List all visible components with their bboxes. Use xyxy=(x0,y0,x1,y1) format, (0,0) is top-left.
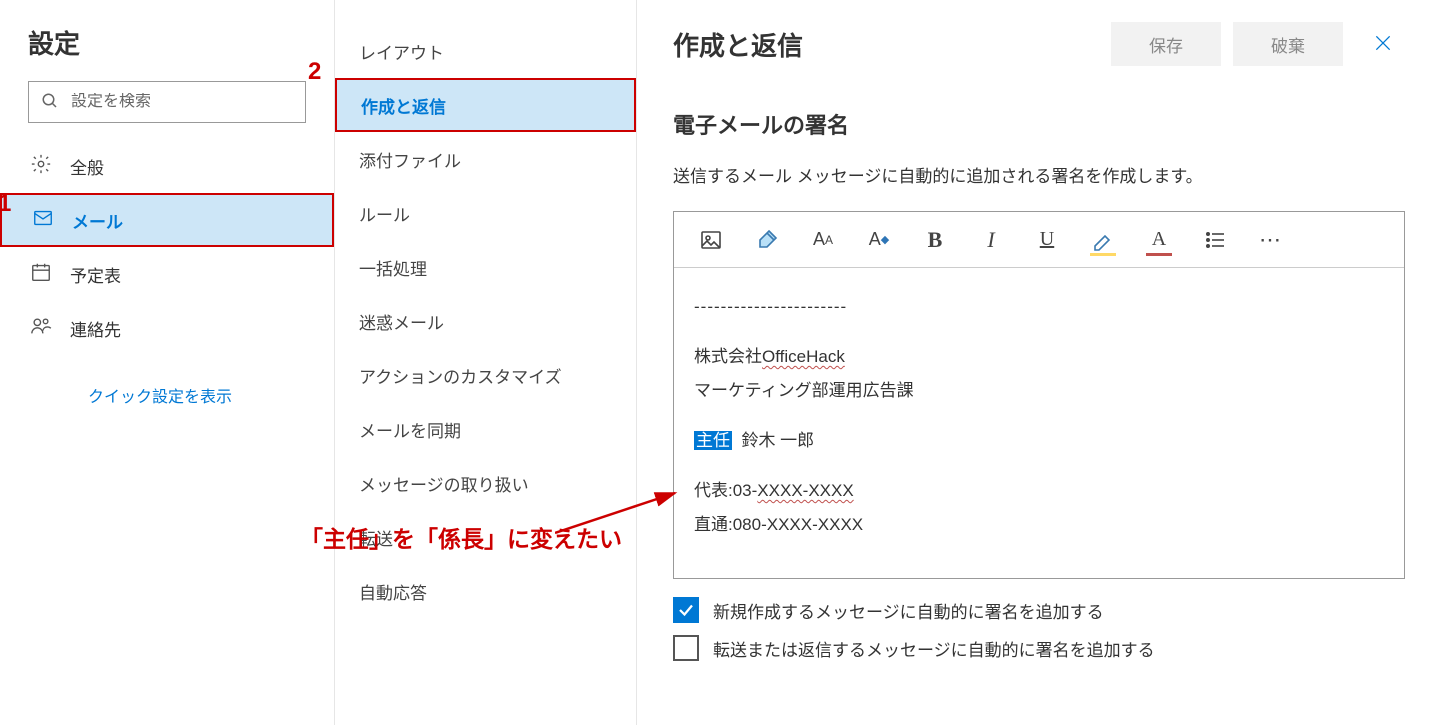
checkbox-auto-sign-reply[interactable]: 転送または返信するメッセージに自動的に署名を追加する xyxy=(673,635,1405,661)
subnav-sync-mail[interactable]: メールを同期 xyxy=(335,402,636,456)
subnav-compose-reply[interactable]: 作成と返信 xyxy=(335,78,636,132)
calendar-icon xyxy=(30,261,52,288)
category-mail[interactable]: メール xyxy=(0,193,334,247)
more-options-icon[interactable]: ⋯ xyxy=(1258,227,1284,253)
highlight-icon[interactable] xyxy=(1090,227,1116,253)
subnav-message-handling[interactable]: メッセージの取り扱い xyxy=(335,456,636,510)
bold-icon[interactable]: B xyxy=(922,227,948,253)
signature-tel-main-num: XXXX-XXXX xyxy=(757,481,853,500)
font-color-icon[interactable]: A xyxy=(1146,227,1172,253)
signature-company-prefix: 株式会社 xyxy=(694,347,762,366)
category-label: 予定表 xyxy=(70,262,121,287)
subnav-attachments[interactable]: 添付ファイル xyxy=(335,132,636,186)
checkbox-label: 転送または返信するメッセージに自動的に署名を追加する xyxy=(713,636,1155,661)
checkbox-icon xyxy=(673,635,699,661)
checkbox-label: 新規作成するメッセージに自動的に署名を追加する xyxy=(713,598,1104,623)
checkbox-icon xyxy=(673,597,699,623)
font-style-icon[interactable]: A◆ xyxy=(866,227,892,253)
mail-icon xyxy=(32,207,54,234)
subnav-junk[interactable]: 迷惑メール xyxy=(335,294,636,348)
bullet-list-icon[interactable] xyxy=(1202,227,1228,253)
subnav-sweep[interactable]: 一括処理 xyxy=(335,240,636,294)
insert-image-icon[interactable] xyxy=(698,227,724,253)
category-label: メール xyxy=(72,208,123,233)
close-button[interactable] xyxy=(1361,22,1405,66)
subnav-rules[interactable]: ルール xyxy=(335,186,636,240)
gear-icon xyxy=(30,153,52,180)
settings-category-pane: 設定 全般 メール 予定表 xyxy=(0,0,335,725)
save-button[interactable]: 保存 xyxy=(1111,22,1221,66)
category-calendar[interactable]: 予定表 xyxy=(0,247,334,301)
font-size-icon[interactable]: AA xyxy=(810,227,836,253)
signature-company-link: OfficeHack xyxy=(762,347,845,366)
close-icon xyxy=(1373,33,1393,56)
settings-title: 設定 xyxy=(0,24,334,81)
italic-icon[interactable]: I xyxy=(978,227,1004,253)
subnav-customize-actions[interactable]: アクションのカスタマイズ xyxy=(335,348,636,402)
checkbox-auto-sign-new[interactable]: 新規作成するメッセージに自動的に署名を追加する xyxy=(673,597,1405,623)
signature-textarea[interactable]: ----------------------- 株式会社OfficeHack マ… xyxy=(674,268,1404,578)
subnav-layout[interactable]: レイアウト xyxy=(335,24,636,78)
settings-subnav-pane: レイアウト 作成と返信 添付ファイル ルール 一括処理 迷惑メール アクションの… xyxy=(335,0,637,725)
signature-name: 鈴木 一郎 xyxy=(741,431,814,450)
category-general[interactable]: 全般 xyxy=(0,139,334,193)
signature-tel-main-label: 代表:03- xyxy=(694,481,757,500)
signature-editor: AA A◆ B I U A ⋯ ----------------------- … xyxy=(673,211,1405,579)
subnav-forwarding[interactable]: 転送 xyxy=(335,510,636,564)
signature-tel-direct: 直通:080-XXXX-XXXX xyxy=(694,508,1384,542)
format-painter-icon[interactable] xyxy=(754,227,780,253)
page-heading: 作成と返信 xyxy=(673,26,1099,63)
people-icon xyxy=(30,315,52,342)
signature-section-desc: 送信するメール メッセージに自動的に追加される署名を作成します。 xyxy=(673,162,1405,187)
settings-search[interactable] xyxy=(28,81,306,123)
search-icon xyxy=(41,92,59,113)
subnav-auto-reply[interactable]: 自動応答 xyxy=(335,564,636,618)
settings-search-input[interactable] xyxy=(71,93,293,111)
category-label: 連絡先 xyxy=(70,316,121,341)
signature-department: マーケティング部運用広告課 xyxy=(694,374,1384,408)
quick-settings-link[interactable]: クイック設定を表示 xyxy=(0,355,334,407)
category-label: 全般 xyxy=(70,154,104,179)
editor-toolbar: AA A◆ B I U A ⋯ xyxy=(674,212,1404,268)
signature-section-title: 電子メールの署名 xyxy=(673,108,1405,140)
settings-content-pane: 作成と返信 保存 破棄 電子メールの署名 送信するメール メッセージに自動的に追… xyxy=(637,0,1441,725)
discard-button[interactable]: 破棄 xyxy=(1233,22,1343,66)
signature-title-selected: 主任 xyxy=(694,431,732,450)
signature-separator: ----------------------- xyxy=(694,290,1384,324)
underline-icon[interactable]: U xyxy=(1034,227,1060,253)
category-people[interactable]: 連絡先 xyxy=(0,301,334,355)
